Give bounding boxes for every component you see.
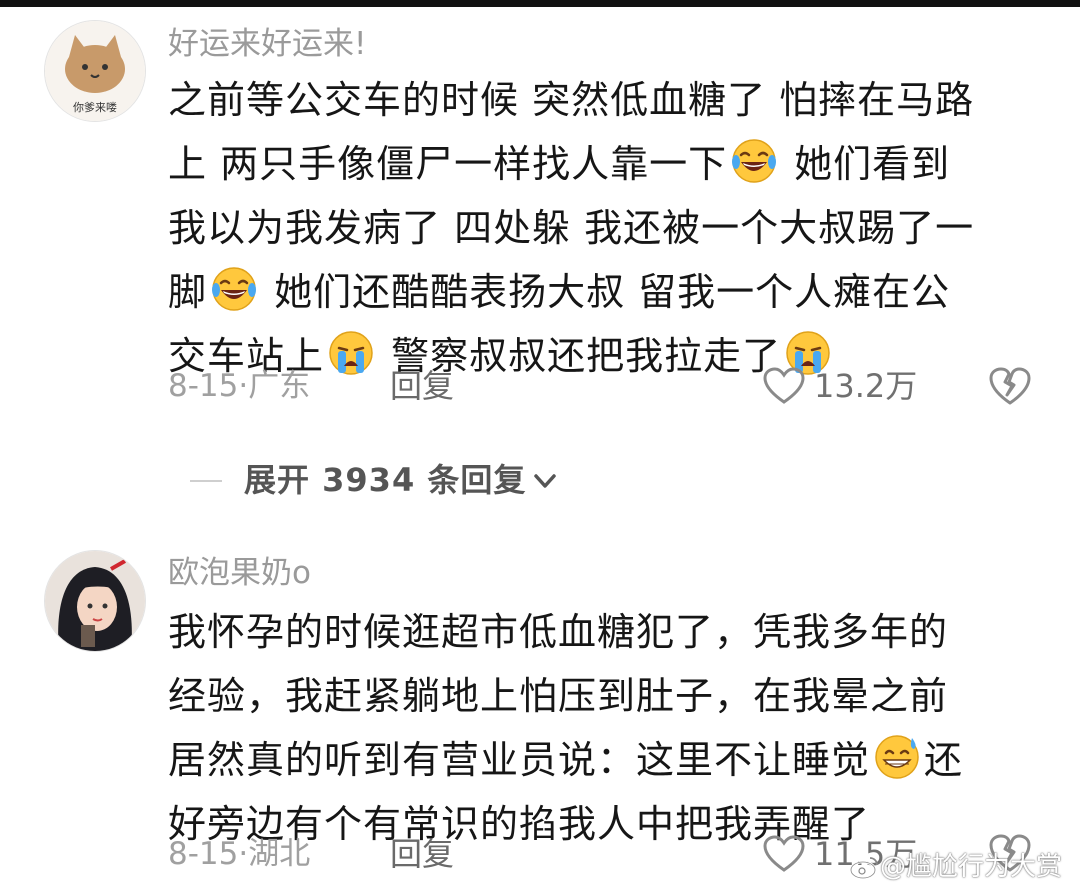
comment-text-segment: 我以为我发病了 四处躲 我还被一个大叔踢了一 (168, 206, 975, 250)
cat-avatar-icon: 你爹来喽 (45, 21, 145, 121)
username[interactable]: 好运来好运来! (168, 24, 366, 64)
comment-line: 上 两只手像僵尸一样找人靠一下 她们看到 (168, 132, 1038, 196)
reply-button[interactable]: 回复 (390, 366, 454, 406)
watermark: @尴尬行为大赏 (880, 852, 1063, 882)
divider (190, 480, 222, 482)
username[interactable]: 欧泡果奶o (168, 553, 311, 593)
heart-icon[interactable] (762, 834, 806, 874)
comment-text: 我怀孕的时候逛超市低血糖犯了，凭我多年的 经验，我赶紧躺地上怕压到肚子，在我晕之前… (168, 600, 1038, 856)
avatar[interactable]: 你爹来喽 (44, 20, 146, 122)
comment-line: 我以为我发病了 四处躲 我还被一个大叔踢了一 (168, 196, 1038, 260)
laughing-crying-emoji (731, 138, 777, 184)
svg-text:你爹来喽: 你爹来喽 (73, 100, 117, 114)
grinning-sweat-emoji (874, 734, 920, 780)
like-count: 13.2万 (814, 367, 918, 405)
reply-button[interactable]: 回复 (390, 834, 454, 874)
comment-line: 经验，我赶紧躺地上怕压到肚子，在我晕之前 (168, 664, 1038, 728)
laughing-crying-emoji (211, 266, 257, 312)
avatar[interactable] (44, 550, 146, 652)
comment-line: 居然真的听到有营业员说：这里不让睡觉 还 (168, 728, 1038, 792)
comment-line: 之前等公交车的时候 突然低血糖了 怕摔在马路 (168, 68, 1038, 132)
chevron-down-icon (534, 474, 556, 488)
comment-text-segment: 之前等公交车的时候 突然低血糖了 怕摔在马路 (168, 78, 975, 122)
comment-line: 脚 她们还酷酷表扬大叔 留我一个人瘫在公 (168, 260, 1038, 324)
comment-location: 广东 (248, 368, 311, 404)
anime-girl-avatar-icon (45, 551, 145, 651)
top-status-strip (0, 0, 1080, 7)
comment-text: 之前等公交车的时候 突然低血糖了 怕摔在马路上 两只手像僵尸一样找人靠一下 她们… (168, 68, 1038, 388)
broken-heart-icon[interactable] (988, 365, 1032, 407)
expand-replies-label: 展开 3934 条回复 (244, 461, 527, 499)
comment-text-segment: 我怀孕的时候逛超市低血糖犯了，凭我多年的 (168, 610, 949, 654)
comment-text-segment: 居然真的听到有营业员说：这里不让睡觉 (168, 738, 871, 782)
expand-replies-button[interactable]: 展开 3934 条回复 (190, 458, 790, 502)
comment-text-segment: 经验，我赶紧躺地上怕压到肚子，在我晕之前 (168, 674, 949, 718)
heart-icon[interactable] (762, 366, 806, 406)
comment-line: 我怀孕的时候逛超市低血糖犯了，凭我多年的 (168, 600, 1038, 664)
comment-meta: 8-15·广东 (168, 368, 311, 404)
comment-location: 湖北 (248, 836, 311, 872)
comment-date: 8-15 (168, 836, 239, 872)
crying-emoji (328, 330, 374, 376)
comment-meta: 8-15·湖北 (168, 836, 311, 872)
comment-text-segment: 她们还酷酷表扬大叔 留我一个人瘫在公 (261, 270, 951, 314)
comment-text-segment: 脚 (168, 270, 208, 314)
comment-text-segment: 还 (924, 738, 964, 782)
comment-date: 8-15 (168, 368, 239, 404)
weibo-logo-icon (850, 857, 878, 880)
comment-text-segment: 上 两只手像僵尸一样找人靠一下 (168, 142, 728, 186)
comment-text-segment: 她们看到 (781, 142, 951, 186)
